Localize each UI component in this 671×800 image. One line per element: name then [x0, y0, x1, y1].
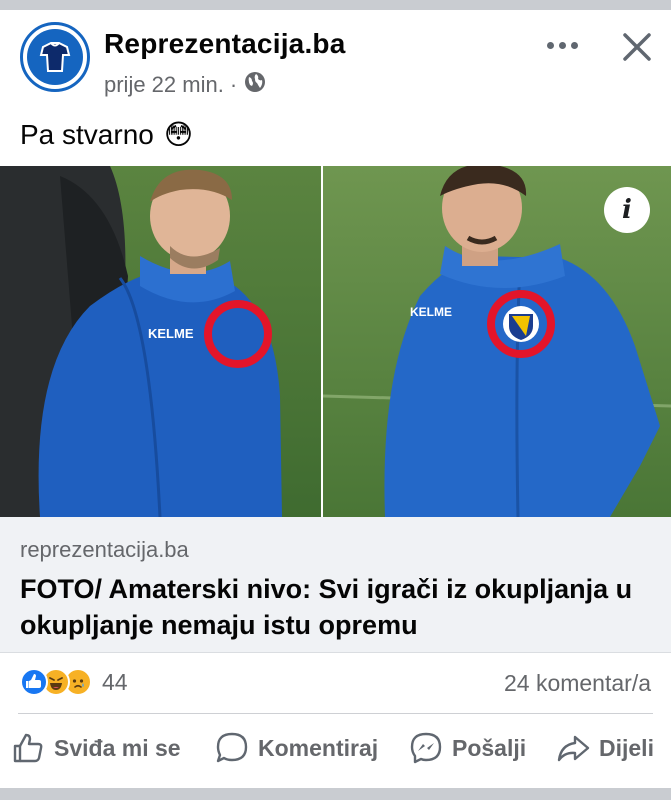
page-avatar[interactable]: [20, 22, 90, 92]
comment-button[interactable]: Komentiraj: [214, 730, 378, 766]
more-options-icon[interactable]: [540, 30, 584, 60]
like-button[interactable]: Sviđa mi se: [10, 730, 181, 766]
like-reaction-icon: [20, 668, 48, 696]
feed-background-top: [0, 0, 671, 10]
comment-label: Komentiraj: [258, 734, 379, 761]
flushed-emoji-icon: 😳: [163, 119, 194, 150]
meta-separator: ·: [229, 72, 238, 97]
right-jersey-brand: KELME: [410, 305, 452, 319]
post-text-content: Pa stvarno: [20, 118, 154, 150]
comment-count[interactable]: 24 komentar/a: [504, 670, 651, 697]
comment-bubble-icon: [216, 732, 248, 763]
link-domain: reprezentacija.ba: [20, 537, 189, 562]
like-label: Sviđa mi se: [54, 734, 181, 761]
post-actions-bar: Sviđa mi se Komentiraj Pošalji Dijeli: [0, 724, 671, 770]
reaction-summary[interactable]: 44: [20, 668, 128, 696]
messenger-icon: [410, 732, 442, 764]
close-icon[interactable]: [614, 24, 660, 70]
share-arrow-icon: [557, 735, 590, 762]
left-jersey-brand: KELME: [148, 326, 194, 341]
actions-divider: [18, 713, 653, 714]
globe-icon: [243, 70, 267, 100]
jersey-logo-icon: [27, 29, 83, 85]
share-button[interactable]: Dijeli: [555, 730, 654, 766]
send-label: Pošalji: [452, 734, 527, 761]
thumbs-up-icon: [13, 733, 43, 763]
post-text: Pa stvarno 😳: [20, 118, 193, 151]
link-title[interactable]: FOTO/ Amaterski nivo: Svi igrači iz okup…: [20, 571, 660, 643]
link-preview[interactable]: reprezentacija.ba FOTO/ Amaterski nivo: …: [0, 517, 671, 653]
send-button[interactable]: Pošalji: [408, 730, 526, 766]
feed-background-bottom: [0, 788, 671, 800]
share-label: Dijeli: [599, 734, 654, 761]
post-photo[interactable]: KELME KELME: [0, 166, 671, 517]
post-time[interactable]: prije 22 min.: [104, 72, 224, 98]
post-meta: prije 22 min. ·: [104, 70, 267, 100]
page-name[interactable]: Reprezentacija.ba: [104, 28, 346, 60]
info-icon[interactable]: i: [604, 187, 650, 233]
reaction-count: 44: [102, 668, 128, 695]
